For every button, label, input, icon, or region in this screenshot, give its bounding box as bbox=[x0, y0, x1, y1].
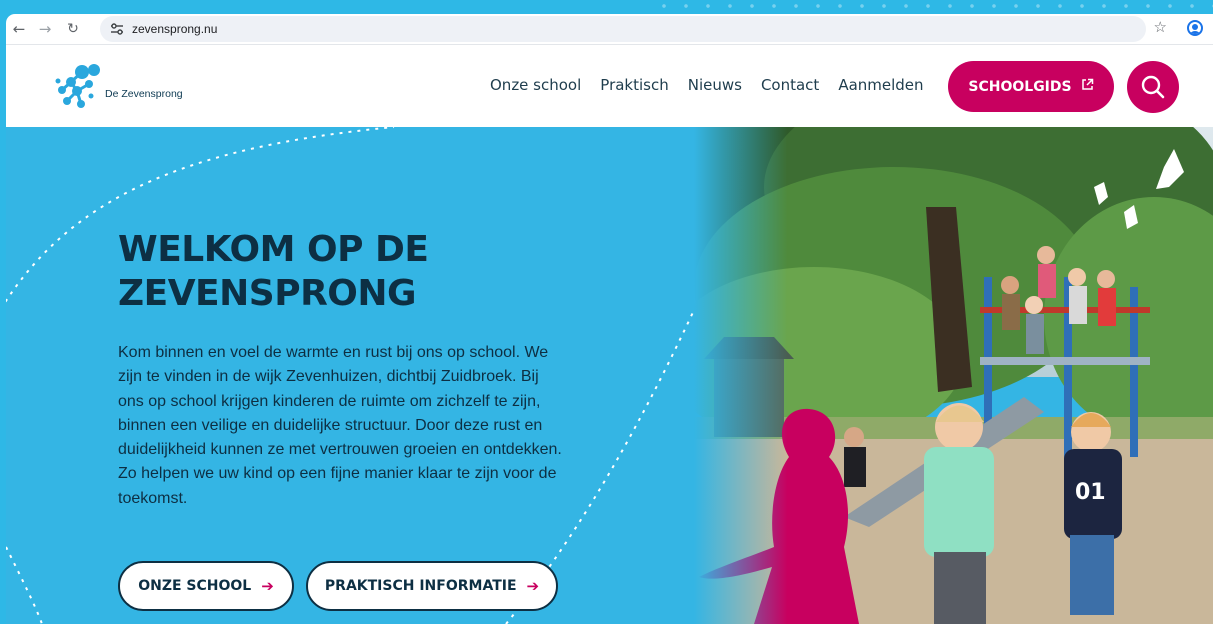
schoolgids-button[interactable]: SCHOOLGIDS bbox=[948, 61, 1114, 112]
site-logo[interactable]: De Zevensprong bbox=[53, 62, 183, 112]
bookmark-star-icon[interactable]: ☆ bbox=[1154, 18, 1167, 36]
nav-contact[interactable]: Contact bbox=[761, 76, 819, 94]
onze-school-label: ONZE SCHOOL bbox=[138, 578, 252, 594]
reload-icon[interactable]: ↻ bbox=[62, 18, 84, 40]
hero-section: WELKOM OP DE ZEVENSPRONG Kom binnen en v… bbox=[6, 127, 1213, 624]
address-bar[interactable]: zevensprong.nu bbox=[100, 16, 1146, 42]
external-link-icon bbox=[1081, 78, 1094, 95]
arrow-right-icon: ➔ bbox=[261, 577, 274, 595]
logo-mark-icon bbox=[55, 64, 100, 108]
praktisch-informatie-label: PRAKTISCH INFORMATIE bbox=[324, 578, 517, 594]
onze-school-button[interactable]: ONZE SCHOOL ➔ bbox=[118, 561, 294, 611]
back-icon[interactable]: ← bbox=[8, 18, 30, 40]
hero-text: Kom binnen en voel de warmte en rust bij… bbox=[118, 344, 562, 507]
praktisch-informatie-button[interactable]: PRAKTISCH INFORMATIE ➔ bbox=[306, 561, 558, 611]
search-icon bbox=[1141, 75, 1165, 99]
logo-text: De Zevensprong bbox=[105, 88, 183, 100]
site-header: De Zevensprong Onze school Praktisch Nie… bbox=[6, 44, 1213, 127]
forward-icon[interactable]: → bbox=[34, 18, 56, 40]
profile-icon[interactable] bbox=[1187, 20, 1203, 36]
url-text[interactable]: zevensprong.nu bbox=[132, 22, 217, 36]
nav-nieuws[interactable]: Nieuws bbox=[688, 76, 742, 94]
hero-title: WELKOM OP DE ZEVENSPRONG bbox=[118, 229, 429, 314]
nav-praktisch[interactable]: Praktisch bbox=[600, 76, 668, 94]
nav-aanmelden[interactable]: Aanmelden bbox=[838, 76, 923, 94]
decorative-dots bbox=[653, 0, 1213, 10]
arrow-right-icon: ➔ bbox=[526, 577, 540, 595]
site-info-icon[interactable] bbox=[106, 18, 128, 40]
browser-toolbar: ← → ↻ zevensprong.nu ☆ bbox=[6, 14, 1213, 44]
hero-photo: 01 bbox=[694, 127, 1213, 624]
main-nav: Onze school Praktisch Nieuws Contact Aan… bbox=[490, 76, 924, 94]
search-button[interactable] bbox=[1127, 61, 1179, 113]
schoolgids-label: SCHOOLGIDS bbox=[968, 78, 1072, 95]
nav-onze-school[interactable]: Onze school bbox=[490, 76, 581, 94]
